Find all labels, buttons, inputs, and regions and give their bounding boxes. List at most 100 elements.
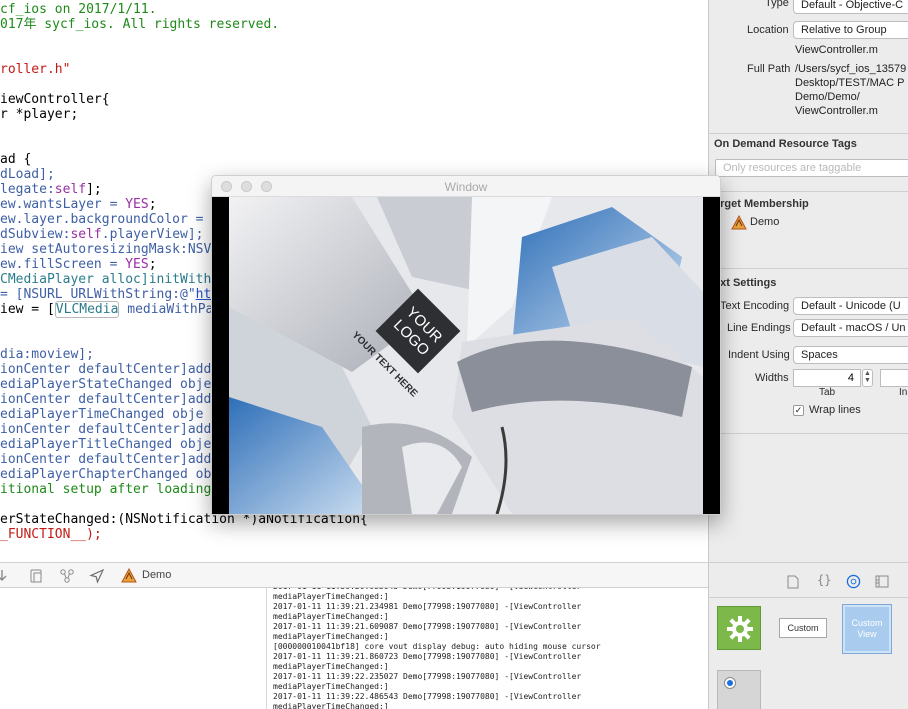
- code-token: cf_ios on 2017/1/11.: [0, 2, 157, 17]
- app-target-icon: [731, 215, 747, 230]
- code-token: iew = [: [0, 302, 55, 317]
- radio-button-icon: [724, 677, 736, 689]
- console-line: mediaPlayerTimeChanged:]: [273, 662, 389, 671]
- code-token: VLCMedia: [54, 301, 120, 318]
- indent-caption: In: [899, 387, 908, 398]
- console-line: 2017-01-11 11:39:22.235027 Demo[77998:19…: [273, 672, 582, 681]
- code-token: dSubview:: [0, 227, 71, 242]
- target-membership-header: arget Membership: [714, 198, 809, 210]
- code-line[interactable]: [0, 77, 368, 92]
- code-snippet-icon[interactable]: {}: [817, 573, 831, 587]
- file-template-icon[interactable]: [787, 575, 799, 589]
- separator: [709, 433, 908, 434]
- custom-view-item[interactable]: Custom View: [842, 604, 892, 654]
- code-token: ionCenter defaultCenter]add: [0, 392, 212, 407]
- object-library-item[interactable]: [717, 670, 761, 709]
- code-token: itional setup after loading: [0, 482, 212, 497]
- step-out-icon[interactable]: [0, 568, 10, 584]
- indent-using-label: Indent Using: [728, 349, 790, 361]
- code-token: ad {: [0, 152, 32, 167]
- code-token: dia:moview];: [0, 347, 94, 362]
- target-name: Demo: [750, 216, 780, 228]
- code-token: legate:: [0, 182, 55, 197]
- code-line[interactable]: _FUNCTION__);: [0, 527, 368, 542]
- code-line[interactable]: r *player;: [0, 107, 368, 122]
- file-inspector: Type Default - Objective-C Location Rela…: [708, 0, 908, 562]
- tab-width-stepper[interactable]: ▲ ▼: [862, 369, 873, 387]
- code-line[interactable]: [0, 32, 368, 47]
- location-arrow-icon[interactable]: [89, 568, 105, 584]
- code-token: ediaPlayerTimeChanged obje: [0, 407, 204, 422]
- code-line[interactable]: iewController{: [0, 92, 368, 107]
- code-line[interactable]: [0, 47, 368, 62]
- console-line: 2017-01-11 11:39:22.486543 Demo[77998:19…: [273, 692, 582, 701]
- library-selector-bar: {}: [708, 562, 908, 598]
- code-token: dLoad];: [0, 167, 55, 182]
- video-frame: YOUR LOGO YOUR TEXT HERE: [212, 197, 720, 514]
- code-token: self: [70, 227, 102, 242]
- wrap-lines-label: Wrap lines: [809, 404, 861, 416]
- code-line[interactable]: [0, 122, 368, 137]
- vlc-player-window[interactable]: Window YOUR LOGO YOUR TEXT HERE: [211, 175, 721, 515]
- type-select[interactable]: Default - Objective-C: [793, 0, 908, 14]
- console-line: mediaPlayerTimeChanged:]: [273, 682, 389, 691]
- separator: [709, 191, 908, 192]
- memory-graph-icon[interactable]: [59, 568, 75, 584]
- video-player-view[interactable]: YOUR LOGO YOUR TEXT HERE: [212, 197, 720, 514]
- console-pane[interactable]: 2017-01-11 11:39:20.985043 Demo[77998:19…: [268, 588, 708, 709]
- text-encoding-select[interactable]: Default - Unicode (U: [793, 297, 908, 315]
- type-label: Type: [765, 0, 789, 9]
- wrap-lines-checkbox[interactable]: ✓: [793, 405, 804, 416]
- tab-width-field[interactable]: 4: [793, 369, 861, 387]
- location-label: Location: [747, 24, 789, 36]
- custom-object-item[interactable]: Custom: [779, 618, 827, 638]
- code-token: _FUNCTION__);: [0, 527, 102, 542]
- code-token: mediaWithPa: [119, 302, 214, 317]
- on-demand-header: On Demand Resource Tags: [714, 138, 857, 150]
- code-token: ew.layer.backgroundColor =: [0, 212, 212, 227]
- code-token: .playerView];: [101, 227, 204, 242]
- object-library-icon[interactable]: [846, 574, 861, 589]
- console-line: mediaPlayerTimeChanged:]: [273, 702, 389, 709]
- tab-caption: Tab: [819, 387, 836, 398]
- indent-width-field[interactable]: [880, 369, 908, 387]
- console-line: 2017-01-11 11:39:21.860723 Demo[77998:19…: [273, 652, 582, 661]
- code-token: YES: [125, 197, 149, 212]
- location-select[interactable]: Relative to Group: [793, 21, 908, 39]
- code-token: ionCenter defaultCenter]add: [0, 452, 212, 467]
- code-line[interactable]: roller.h": [0, 62, 368, 77]
- window-titlebar[interactable]: Window: [212, 176, 720, 197]
- code-line[interactable]: ad {: [0, 152, 368, 167]
- custom-view-label: Custom View: [845, 607, 889, 651]
- code-token: = [NSURL URLWithString:@": [0, 287, 196, 302]
- console-line: mediaPlayerTimeChanged:]: [273, 612, 389, 621]
- variables-pane[interactable]: [0, 588, 267, 709]
- code-token: ew.fillScreen =: [0, 257, 126, 272]
- on-demand-tags-field[interactable]: Only resources are taggable: [715, 159, 908, 177]
- text-settings-header: ext Settings: [714, 277, 777, 289]
- location-file-name: ViewController.m: [795, 44, 878, 56]
- line-endings-select[interactable]: Default - macOS / Un: [793, 319, 908, 337]
- code-token: ediaPlayerTitleChanged obje: [0, 437, 212, 452]
- code-token: ew.wantsLayer =: [0, 197, 126, 212]
- debug-target-label[interactable]: Demo: [142, 569, 171, 581]
- code-token: YES: [125, 257, 149, 272]
- indent-using-select[interactable]: Spaces: [793, 346, 908, 364]
- radio-dot: [727, 680, 733, 686]
- console-line: mediaPlayerTimeChanged:]: [273, 632, 389, 641]
- console-line: 2017-01-11 11:39:21.234981 Demo[77998:19…: [273, 602, 582, 611]
- code-line[interactable]: cf_ios on 2017/1/11.: [0, 2, 368, 17]
- full-path-value: /Users/sycf_ios_13579 Desktop/TEST/MAC P…: [795, 63, 907, 117]
- code-line[interactable]: 017年 sycf_ios. All rights reserved.: [0, 17, 368, 32]
- code-token: iewController{: [0, 92, 110, 107]
- object-library-item[interactable]: [717, 606, 761, 650]
- text-encoding-label: Text Encoding: [720, 300, 790, 312]
- console-output: 2017-01-11 11:39:20.985043 Demo[77998:19…: [273, 588, 601, 709]
- code-token: self: [54, 182, 87, 197]
- view-hierarchy-icon[interactable]: [28, 568, 44, 584]
- separator: [709, 133, 908, 134]
- code-token: r *player;: [0, 107, 79, 122]
- code-line[interactable]: [0, 137, 368, 152]
- code-token: ];: [86, 182, 102, 197]
- media-library-icon[interactable]: [875, 575, 889, 588]
